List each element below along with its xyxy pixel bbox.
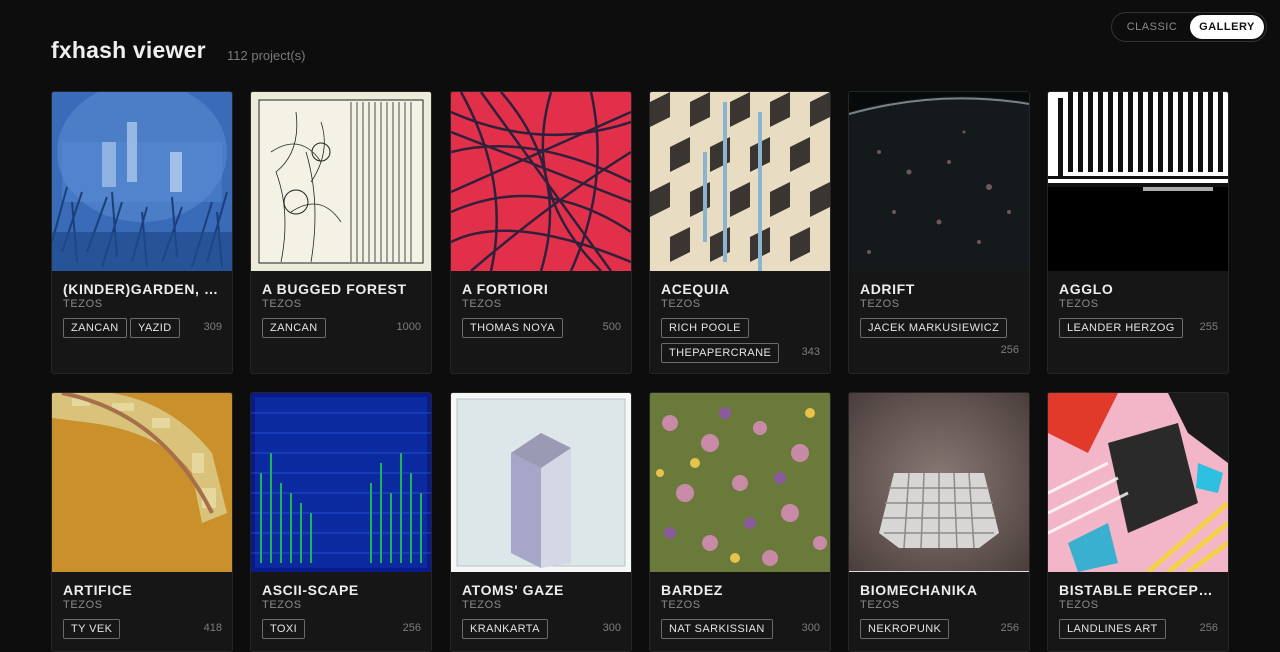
- project-chain: TEZOS: [860, 298, 900, 310]
- edition-count: 256: [1000, 344, 1019, 356]
- project-chain: TEZOS: [661, 599, 701, 611]
- project-card[interactable]: A FORTIORI TEZOS THOMAS NOYA 500: [450, 91, 632, 374]
- project-chain: TEZOS: [1059, 298, 1099, 310]
- artist-tag[interactable]: LANDLINES ART: [1059, 619, 1166, 639]
- project-chain: TEZOS: [462, 298, 502, 310]
- project-card[interactable]: A BUGGED FOREST TEZOS ZANCAN 1000: [250, 91, 432, 374]
- project-card[interactable]: (KINDER)GARDEN, M... TEZOS ZANCAN YAZID …: [51, 91, 233, 374]
- project-thumbnail: [52, 92, 232, 271]
- project-chain: TEZOS: [63, 599, 103, 611]
- project-thumbnail: [650, 92, 830, 271]
- project-thumbnail: [251, 92, 431, 271]
- project-card[interactable]: ADRIFT TEZOS JACEK MARKUSIEWICZ 256: [848, 91, 1030, 374]
- project-name: ASCII-SCAPE: [262, 582, 359, 598]
- edition-count: 309: [203, 321, 222, 333]
- project-chain: TEZOS: [1059, 599, 1099, 611]
- project-name: ADRIFT: [860, 281, 915, 297]
- project-card[interactable]: BIOMECHANIKA TEZOS NEKROPUNK 256: [848, 392, 1030, 652]
- edition-count: 300: [602, 622, 621, 634]
- edition-count: 255: [1199, 321, 1218, 333]
- edition-count: 256: [1199, 622, 1218, 634]
- project-chain: TEZOS: [262, 599, 302, 611]
- artist-tag[interactable]: THOMAS NOYA: [462, 318, 563, 338]
- project-thumbnail: [52, 393, 232, 572]
- project-name: BISTABLE PERCEPTI...: [1059, 582, 1219, 598]
- project-thumbnail: [251, 393, 431, 572]
- artist-tag[interactable]: ZANCAN: [262, 318, 326, 338]
- edition-count: 343: [801, 346, 820, 358]
- artist-tag[interactable]: TY VEK: [63, 619, 121, 639]
- artist-tag[interactable]: THEPAPERCRANE: [661, 343, 780, 363]
- project-thumbnail: [451, 393, 631, 572]
- project-card[interactable]: ATOMS' GAZE TEZOS KRANKARTA 300: [450, 392, 632, 652]
- artist-tag[interactable]: KRANKARTA: [462, 619, 548, 639]
- project-chain: TEZOS: [262, 298, 302, 310]
- edition-count: 418: [203, 622, 222, 634]
- artist-tag[interactable]: JACEK MARKUSIEWICZ: [860, 318, 1008, 338]
- artist-tag[interactable]: NAT SARKISSIAN: [661, 619, 773, 639]
- page-title: fxhash viewer: [51, 37, 206, 63]
- project-card[interactable]: BISTABLE PERCEPTI... TEZOS LANDLINES ART…: [1047, 392, 1229, 652]
- gallery-view-button[interactable]: GALLERY: [1190, 15, 1264, 39]
- project-card[interactable]: ARTIFICE TEZOS TY VEK 418: [51, 392, 233, 652]
- edition-count: 256: [402, 622, 421, 634]
- view-toggle: CLASSIC GALLERY: [1111, 12, 1267, 42]
- project-card[interactable]: ACEQUIA TEZOS RICH POOLE THEPAPERCRANE 3…: [649, 91, 831, 374]
- project-thumbnail: [1048, 92, 1228, 271]
- project-card[interactable]: AGGLO TEZOS LEANDER HERZOG 255: [1047, 91, 1229, 374]
- classic-view-button[interactable]: CLASSIC: [1116, 15, 1188, 39]
- project-name: BIOMECHANIKA: [860, 582, 978, 598]
- project-card[interactable]: ASCII-SCAPE TEZOS TOXI 256: [250, 392, 432, 652]
- project-name: AGGLO: [1059, 281, 1114, 297]
- edition-count: 256: [1000, 622, 1019, 634]
- project-name: ARTIFICE: [63, 582, 133, 598]
- project-name: A FORTIORI: [462, 281, 549, 297]
- project-chain: TEZOS: [63, 298, 103, 310]
- project-thumbnail: [849, 92, 1029, 271]
- project-chain: TEZOS: [661, 298, 701, 310]
- project-name: ACEQUIA: [661, 281, 730, 297]
- artist-tag[interactable]: LEANDER HERZOG: [1059, 318, 1183, 338]
- project-thumbnail: [451, 92, 631, 271]
- edition-count: 1000: [396, 321, 421, 333]
- project-name: A BUGGED FOREST: [262, 281, 407, 297]
- project-thumbnail: [849, 393, 1029, 572]
- project-name: ATOMS' GAZE: [462, 582, 564, 598]
- project-thumbnail: [1048, 393, 1228, 572]
- project-chain: TEZOS: [860, 599, 900, 611]
- project-name: (KINDER)GARDEN, M...: [63, 281, 223, 297]
- project-thumbnail: [650, 393, 830, 572]
- artist-tag[interactable]: RICH POOLE: [661, 318, 749, 338]
- artist-tag[interactable]: ZANCAN: [63, 318, 127, 338]
- project-count: 112 project(s): [227, 48, 306, 63]
- artist-tag[interactable]: TOXI: [262, 619, 306, 639]
- edition-count: 300: [801, 622, 820, 634]
- project-chain: TEZOS: [462, 599, 502, 611]
- project-name: BARDEZ: [661, 582, 723, 598]
- project-card[interactable]: BARDEZ TEZOS NAT SARKISSIAN 300: [649, 392, 831, 652]
- artist-tag[interactable]: YAZID: [130, 318, 180, 338]
- artist-tag[interactable]: NEKROPUNK: [860, 619, 950, 639]
- edition-count: 500: [602, 321, 621, 333]
